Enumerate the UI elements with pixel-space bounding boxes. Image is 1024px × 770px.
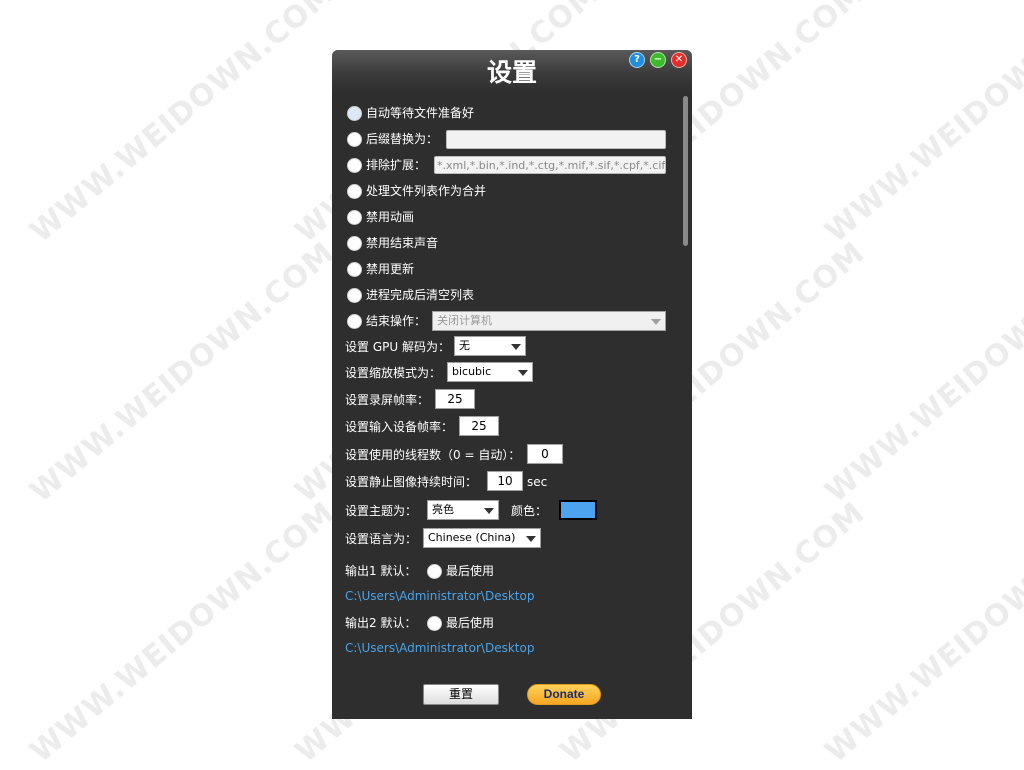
watermark: WWW.WEIDOWN.COM <box>23 495 342 770</box>
settings-window: 设置 ? − ✕ 自动等待文件准备好 后缀替换为： 排除扩展： *.xml,*.… <box>332 50 692 719</box>
input-fps-label: 设置输入设备帧率： <box>345 420 454 434</box>
option-end-action[interactable]: 结束操作： 关闭计算机 <box>332 310 672 332</box>
setting-input-fps: 设置输入设备帧率： 25 <box>332 416 672 438</box>
title-bar[interactable]: 设置 ? − ✕ <box>332 50 692 94</box>
radio-icon[interactable] <box>347 158 362 173</box>
chevron-down-icon <box>511 344 521 350</box>
theme-color-swatch[interactable] <box>559 500 597 520</box>
input-fps-input[interactable]: 25 <box>459 416 499 436</box>
still-unit: sec <box>527 475 548 489</box>
output2-row: 输出2 默认： 最后使用 <box>332 612 672 634</box>
gpu-label: 设置 GPU 解码为： <box>345 340 450 354</box>
option-disable-update[interactable]: 禁用更新 <box>332 258 672 280</box>
threads-input[interactable]: 0 <box>527 444 563 464</box>
record-fps-label: 设置录屏帧率： <box>345 393 430 407</box>
radio-icon[interactable] <box>347 184 362 199</box>
output2-last-used: 最后使用 <box>446 616 495 630</box>
scrollbar-thumb[interactable] <box>683 96 688 246</box>
output1-row: 输出1 默认： 最后使用 <box>332 560 672 582</box>
option-label: 禁用更新 <box>366 262 415 276</box>
setting-record-fps: 设置录屏帧率： 25 <box>332 389 672 411</box>
option-disable-animation[interactable]: 禁用动画 <box>332 206 672 228</box>
option-label: 禁用动画 <box>366 210 415 224</box>
scale-select[interactable]: bicubic <box>447 362 533 382</box>
chevron-down-icon <box>518 370 528 376</box>
radio-icon[interactable] <box>347 210 362 225</box>
setting-gpu: 设置 GPU 解码为： 无 <box>332 336 672 358</box>
setting-scale: 设置缩放模式为： bicubic <box>332 362 672 384</box>
radio-icon[interactable] <box>347 106 362 121</box>
option-label: 禁用结束声音 <box>366 236 439 250</box>
gpu-value: 无 <box>459 339 470 352</box>
donate-button[interactable]: Donate <box>527 684 601 705</box>
theme-select[interactable]: 亮色 <box>427 500 499 520</box>
option-clear-list[interactable]: 进程完成后清空列表 <box>332 284 672 306</box>
option-label: 后缀替换为： <box>366 132 439 146</box>
scale-value: bicubic <box>452 365 492 378</box>
output1-path-link[interactable]: C:\Users\Administrator\Desktop <box>345 588 534 604</box>
radio-icon[interactable] <box>347 314 362 329</box>
option-label: 排除扩展： <box>366 158 427 172</box>
end-action-value: 关闭计算机 <box>437 314 492 327</box>
watermark: WWW.WEIDOWN.COM <box>23 235 342 510</box>
setting-language: 设置语言为： Chinese (China) <box>332 528 672 550</box>
setting-still-duration: 设置静止图像持续时间： 10 sec <box>332 471 672 493</box>
option-label: 结束操作： <box>366 314 427 328</box>
still-label: 设置静止图像持续时间： <box>345 475 478 489</box>
language-select[interactable]: Chinese (China) <box>423 528 541 548</box>
scale-label: 设置缩放模式为： <box>345 366 442 380</box>
close-icon[interactable]: ✕ <box>671 52 687 68</box>
option-merge-list[interactable]: 处理文件列表作为合并 <box>332 180 672 202</box>
option-suffix-replace[interactable]: 后缀替换为： <box>332 128 672 150</box>
setting-threads: 设置使用的线程数（0 = 自动）： 0 <box>332 444 672 466</box>
end-action-select[interactable]: 关闭计算机 <box>432 311 666 331</box>
theme-value: 亮色 <box>432 503 454 516</box>
radio-icon[interactable] <box>427 564 442 579</box>
option-label: 进程完成后清空列表 <box>366 288 475 302</box>
radio-icon[interactable] <box>347 132 362 147</box>
suffix-input[interactable] <box>446 130 666 149</box>
help-icon[interactable]: ? <box>629 52 645 68</box>
option-auto-wait[interactable]: 自动等待文件准备好 <box>332 102 672 124</box>
output2-label: 输出2 默认： <box>345 616 417 630</box>
output1-label: 输出1 默认： <box>345 564 417 578</box>
exclude-ext-input[interactable]: *.xml,*.bin,*.ind,*.ctg,*.mif,*.sif,*.cp… <box>434 156 666 174</box>
output2-path-link[interactable]: C:\Users\Administrator\Desktop <box>345 640 534 656</box>
watermark: WWW.WEIDOWN.COM <box>818 0 1024 250</box>
radio-icon[interactable] <box>347 288 362 303</box>
radio-icon[interactable] <box>427 616 442 631</box>
radio-icon[interactable] <box>347 236 362 251</box>
threads-label: 设置使用的线程数（0 = 自动）： <box>345 448 521 462</box>
option-disable-end-sound[interactable]: 禁用结束声音 <box>332 232 672 254</box>
option-label: 处理文件列表作为合并 <box>366 184 487 198</box>
radio-icon[interactable] <box>347 262 362 277</box>
option-label: 自动等待文件准备好 <box>366 106 475 120</box>
reset-button[interactable]: 重置 <box>423 684 499 705</box>
chevron-down-icon <box>484 508 494 514</box>
theme-label: 设置主题为： <box>345 504 418 518</box>
minimize-icon[interactable]: − <box>650 52 666 68</box>
output1-last-used: 最后使用 <box>446 564 495 578</box>
language-value: Chinese (China) <box>428 531 516 544</box>
record-fps-input[interactable]: 25 <box>435 389 475 409</box>
chevron-down-icon <box>526 536 536 542</box>
gpu-select[interactable]: 无 <box>454 336 526 356</box>
color-label: 颜色： <box>511 504 548 518</box>
lang-label: 设置语言为： <box>345 532 418 546</box>
option-exclude-ext[interactable]: 排除扩展： *.xml,*.bin,*.ind,*.ctg,*.mif,*.si… <box>332 154 672 176</box>
still-duration-input[interactable]: 10 <box>487 471 523 491</box>
watermark: WWW.WEIDOWN.COM <box>23 0 342 250</box>
setting-theme: 设置主题为： 亮色 颜色： <box>332 500 672 522</box>
chevron-down-icon <box>651 319 661 325</box>
